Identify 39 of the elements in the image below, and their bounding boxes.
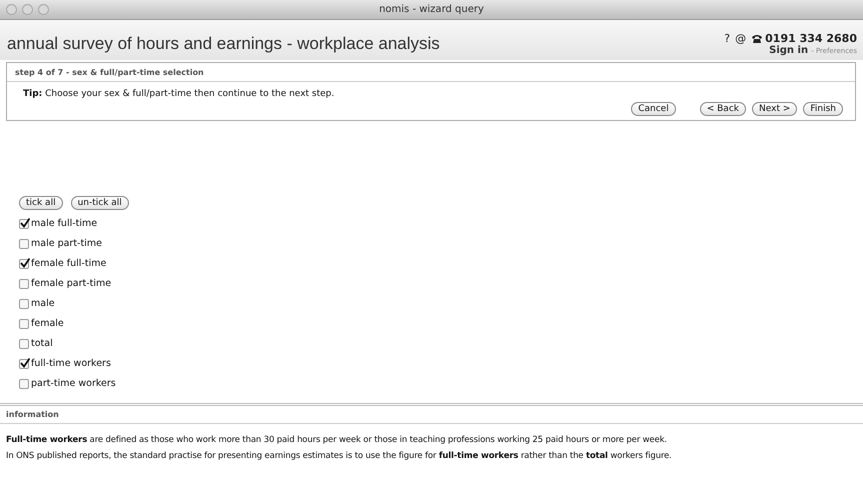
checkbox[interactable] [19,358,29,368]
select-button[interactable]: un-tick all [70,196,129,210]
option-label: female part-time [31,278,112,289]
phone-number: 0191 334 2680 [765,32,857,45]
option-label: female full-time [31,258,106,269]
checkbox[interactable] [19,298,29,308]
checkbox[interactable] [19,218,29,228]
wizard-button[interactable]: Cancel [631,102,676,116]
information-text: Full-time workers are defined as those who work more than 30 paid hours per week or those in teaching professions working 25 paid hours or more per week. [5,434,668,447]
option-label: total [31,338,53,349]
help-link[interactable]: ? [724,32,730,45]
checkbox[interactable] [19,338,29,348]
window-title: nomis - wizard query [379,4,484,15]
email-link[interactable]: @ [735,32,746,45]
phone-icon [751,34,764,44]
tip-text: Tip: Choose your sex & full/part-time then continue to the next step. [22,88,336,101]
checkbox[interactable] [19,258,29,268]
wizard-button[interactable]: < Back [700,102,746,116]
step-heading: step 4 of 7 - sex & full/part-time selection [7,63,855,82]
checkbox[interactable] [19,318,29,328]
option-label: male [31,298,55,309]
sign-in-link[interactable]: Sign in [769,45,808,56]
select-button[interactable]: tick all [19,196,63,210]
option-label: male part-time [31,238,102,249]
option-label: part-time workers [31,378,116,389]
option-label: female [31,318,64,329]
checkbox[interactable] [19,238,29,248]
checkbox[interactable] [19,378,29,388]
minimize-button[interactable] [22,4,33,15]
wizard-button[interactable]: Next > [752,102,798,116]
information-text: In ONS published reports, the standard practise for presenting earnings estimates is to use the figure for full-time workers rather than the total workers figure. [5,450,673,463]
page-title: annual survey of hours and earnings - workplace analysis [7,34,440,54]
option-label: full-time workers [31,358,111,369]
information-heading: information [0,406,863,424]
zoom-button[interactable] [38,4,49,15]
close-button[interactable] [6,4,17,15]
option-label: male full-time [31,218,98,229]
checkbox[interactable] [19,278,29,288]
wizard-button[interactable]: Finish [803,102,843,116]
